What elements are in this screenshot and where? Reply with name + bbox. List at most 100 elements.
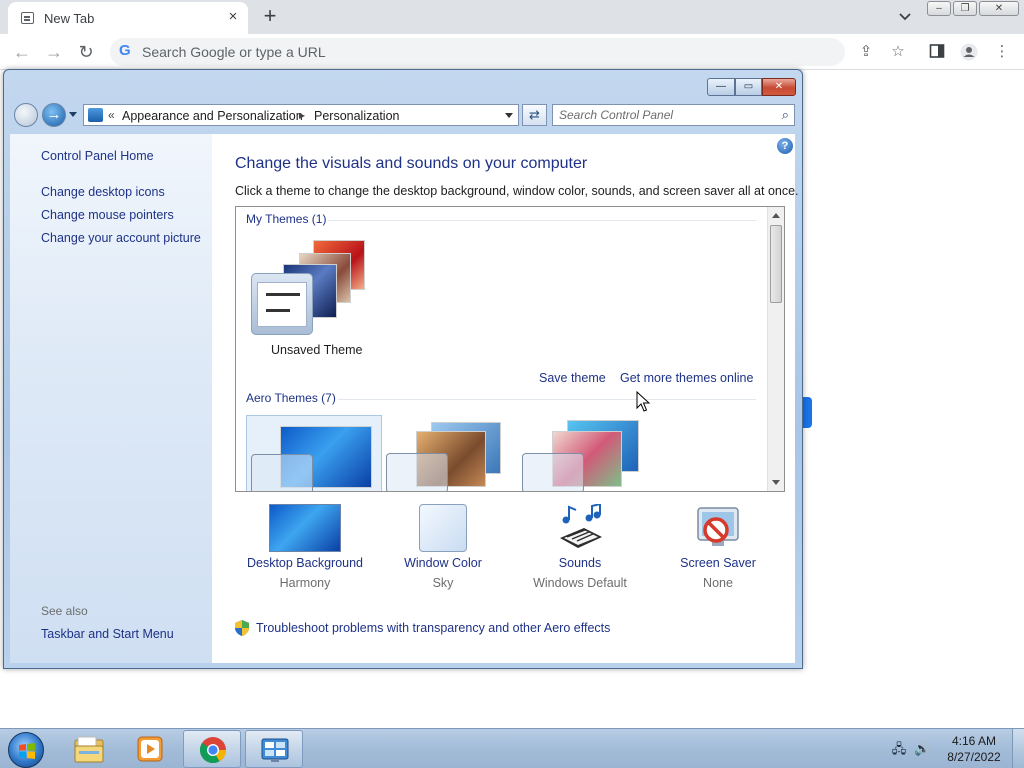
theme-list: My Themes (1) Unsaved Theme Save theme G… — [235, 206, 785, 492]
sounds-setting[interactable]: Sounds Windows Default — [515, 502, 645, 590]
reload-button[interactable]: ↻ — [76, 42, 96, 62]
unsaved-theme-tile[interactable]: Unsaved Theme — [236, 207, 386, 357]
volume-icon[interactable]: 🔊 — [914, 741, 930, 757]
see-also-label: See also — [41, 604, 88, 618]
uac-shield-icon — [235, 620, 249, 636]
search-icon[interactable]: ⌕ — [782, 107, 789, 123]
file-explorer-icon — [74, 736, 104, 763]
omnibox[interactable]: G — [110, 38, 845, 66]
cp-back-button[interactable] — [14, 103, 38, 127]
cp-close-button[interactable]: ✕ — [762, 78, 796, 96]
aero-themes-group-label: Aero Themes (7) — [246, 391, 336, 405]
tab-title: New Tab — [44, 11, 95, 26]
screen-saver-value: None — [703, 576, 733, 590]
clock-date: 8/27/2022 — [947, 750, 1001, 764]
scroll-up-arrow-icon[interactable] — [772, 213, 780, 218]
minimize-button[interactable]: – — [927, 1, 951, 16]
page-title: Change the visuals and sounds on your co… — [235, 155, 588, 172]
desktop-background-setting[interactable]: Desktop Background Harmony — [240, 504, 370, 590]
tab-new-tab[interactable]: New Tab × — [8, 2, 248, 34]
window-color-icon — [419, 504, 467, 552]
omnibox-input[interactable] — [142, 42, 642, 62]
network-icon[interactable]: 🖧 — [891, 741, 907, 757]
aero-theme-architecture[interactable] — [386, 417, 516, 491]
show-desktop-button[interactable] — [1012, 729, 1024, 768]
unsaved-theme-label: Unsaved Theme — [271, 343, 363, 357]
window-color-label: Window Color — [404, 556, 482, 570]
recent-pages-dropdown-icon[interactable] — [69, 112, 77, 117]
taskbar-file-explorer[interactable] — [60, 730, 118, 768]
breadcrumb-appearance[interactable]: Appearance and Personalization — [122, 109, 303, 123]
save-theme-link[interactable]: Save theme — [539, 371, 606, 385]
windows-flag-icon — [19, 743, 35, 759]
screen-saver-setting[interactable]: Screen Saver None — [653, 504, 783, 590]
scrollbar-thumb[interactable] — [770, 225, 782, 303]
cp-minimize-button[interactable]: — — [707, 78, 735, 96]
share-icon[interactable]: ⇪ — [857, 43, 875, 61]
cp-search-input[interactable] — [559, 108, 759, 122]
cp-caption-buttons: — ▭ ✕ — [707, 78, 796, 96]
google-g-icon: G — [119, 42, 131, 59]
browser-window-controls: – ❐ ✕ — [927, 1, 1021, 17]
breadcrumb-personalization[interactable]: Personalization — [314, 109, 399, 123]
side-panel-tab[interactable] — [803, 397, 812, 428]
troubleshoot-label: Troubleshoot problems with transparency … — [256, 621, 611, 635]
profile-avatar-icon[interactable] — [960, 43, 978, 61]
start-button[interactable] — [8, 732, 44, 768]
theme-list-scrollbar[interactable] — [767, 207, 784, 491]
restore-button[interactable]: ❐ — [953, 1, 977, 16]
glass-window-icon — [386, 453, 448, 491]
glass-window-icon — [522, 453, 584, 491]
get-more-themes-link[interactable]: Get more themes online — [620, 371, 753, 385]
cp-maximize-button[interactable]: ▭ — [735, 78, 762, 96]
cp-refresh-button[interactable]: ⇄ — [522, 104, 547, 126]
scroll-down-arrow-icon[interactable] — [772, 480, 780, 485]
chrome-icon — [199, 737, 227, 764]
cp-address-bar[interactable]: « Appearance and Personalization ▸ Perso… — [83, 104, 519, 126]
change-account-picture-link[interactable]: Change your account picture — [41, 231, 201, 245]
tab-close-button[interactable]: × — [224, 8, 242, 26]
sounds-icon — [554, 502, 606, 552]
screen-saver-icon — [694, 504, 742, 552]
back-button[interactable]: ← — [12, 42, 32, 62]
control-panel-icon — [261, 738, 289, 762]
close-button[interactable]: ✕ — [979, 1, 1019, 16]
window-color-setting[interactable]: Window Color Sky — [378, 504, 508, 590]
cp-search-box[interactable]: ⌕ — [552, 104, 795, 126]
taskbar-chrome[interactable] — [183, 730, 241, 768]
address-dropdown-icon[interactable] — [505, 113, 513, 118]
taskbar-clock[interactable]: 4:16 AM 8/27/2022 — [940, 733, 1008, 765]
aero-theme-windows7[interactable] — [246, 415, 382, 491]
breadcrumb-separator[interactable]: ▸ — [299, 108, 305, 122]
new-tab-page-icon — [21, 12, 34, 24]
taskbar-start-menu-link[interactable]: Taskbar and Start Menu — [41, 627, 174, 641]
group-divider — [338, 399, 756, 400]
change-desktop-icons-link[interactable]: Change desktop icons — [41, 185, 165, 199]
help-icon[interactable]: ? — [777, 138, 793, 154]
control-panel-home-link[interactable]: Control Panel Home — [41, 149, 154, 163]
new-tab-button[interactable]: + — [258, 5, 282, 29]
sounds-label: Sounds — [558, 556, 602, 570]
clock-time: 4:16 AM — [951, 734, 997, 748]
taskbar-control-panel[interactable] — [245, 730, 303, 768]
side-panel-icon[interactable] — [928, 43, 946, 61]
control-panel-window: — ▭ ✕ → « Appearance and Personalization… — [3, 69, 803, 669]
desktop-background-label: Desktop Background — [246, 556, 364, 570]
menu-kebab-icon[interactable]: ⋮ — [993, 43, 1011, 61]
tab-search-chevron-icon[interactable] — [896, 8, 914, 26]
control-panel-icon — [88, 108, 103, 122]
bookmark-star-icon[interactable]: ☆ — [889, 43, 907, 61]
aero-theme-characters[interactable] — [522, 417, 652, 491]
taskbar-media-player[interactable] — [121, 730, 179, 768]
cp-forward-button[interactable]: → — [42, 103, 66, 127]
desktop-background-icon — [269, 504, 341, 552]
glass-window-icon — [251, 454, 313, 491]
breadcrumb-overflow[interactable]: « — [108, 108, 115, 122]
screen-saver-label: Screen Saver — [680, 556, 756, 570]
mouse-cursor-icon — [636, 391, 651, 412]
change-mouse-pointers-link[interactable]: Change mouse pointers — [41, 208, 174, 222]
forward-button[interactable]: → — [44, 42, 64, 62]
cp-task-pane: Control Panel Home Change desktop icons … — [10, 134, 212, 663]
chrome-toolbar: ← → ↻ G ⇪ ☆ ⋮ — [0, 34, 1024, 70]
chrome-tab-strip: New Tab × + – ❐ ✕ — [0, 0, 1024, 34]
